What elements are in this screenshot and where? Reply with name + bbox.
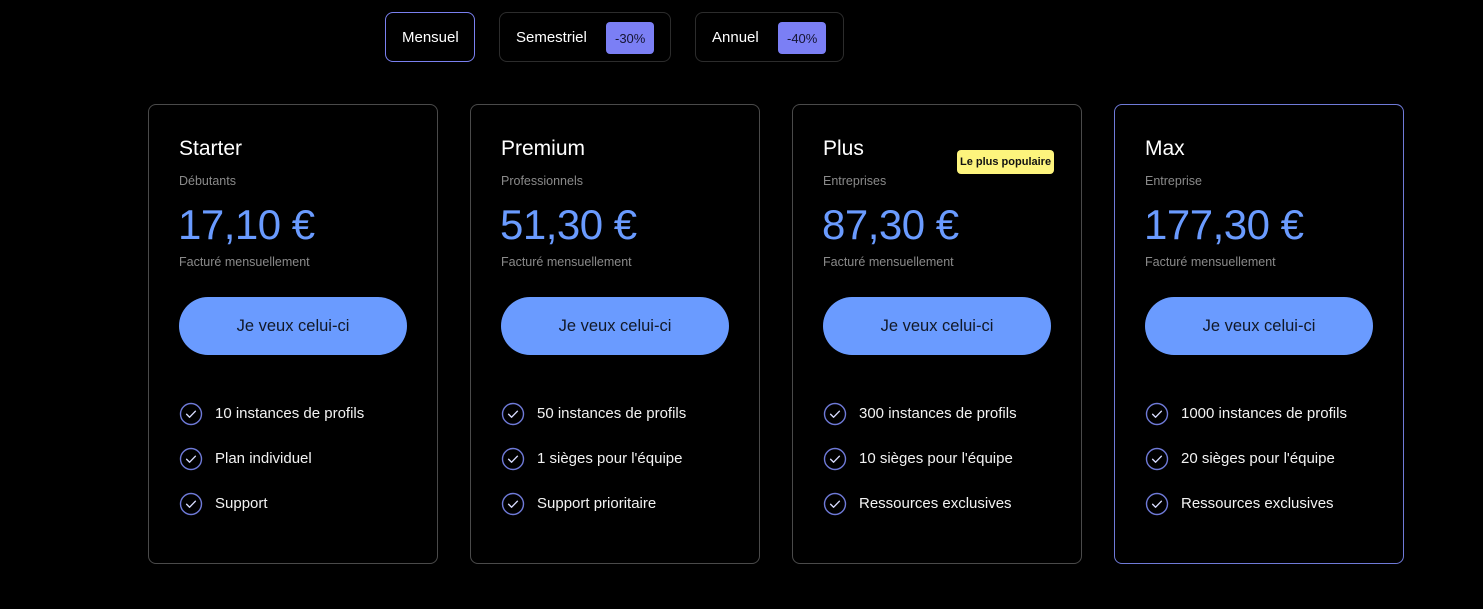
check-circle-icon — [179, 447, 203, 471]
billing-option-label: Semestriel — [516, 28, 587, 46]
plan-card-premium: Premium Professionnels 51,30 € Facturé m… — [470, 104, 760, 564]
billing-option-label: Mensuel — [402, 28, 459, 46]
billing-option-label: Annuel — [712, 28, 759, 46]
feature-item: Support prioritaire — [501, 481, 686, 526]
feature-item: 1000 instances de profils — [1145, 391, 1347, 436]
choose-plan-button[interactable]: Je veux celui-ci — [1145, 297, 1373, 355]
check-circle-icon — [1145, 492, 1169, 516]
plan-billing-note: Facturé mensuellement — [1145, 255, 1276, 269]
feature-item: 20 sièges pour l'équipe — [1145, 436, 1347, 481]
check-circle-icon — [179, 402, 203, 426]
choose-plan-button[interactable]: Je veux celui-ci — [179, 297, 407, 355]
plan-name: Plus — [823, 137, 864, 160]
feature-text: Ressources exclusives — [1181, 495, 1334, 512]
plan-card-max: Max Entreprise 177,30 € Facturé mensuell… — [1114, 104, 1404, 564]
pricing-page: Mensuel Semestriel -30% Annuel -40% Star… — [0, 0, 1483, 609]
plan-billing-note: Facturé mensuellement — [823, 255, 954, 269]
plan-audience: Entreprise — [1145, 174, 1202, 188]
feature-item: Ressources exclusives — [823, 481, 1017, 526]
plan-card-plus: Plus Le plus populaire Entreprises 87,30… — [792, 104, 1082, 564]
feature-text: 1 sièges pour l'équipe — [537, 450, 683, 467]
check-circle-icon — [1145, 447, 1169, 471]
feature-text: 10 sièges pour l'équipe — [859, 450, 1013, 467]
feature-list: 10 instances de profils Plan individuel … — [179, 391, 364, 526]
feature-item: 1 sièges pour l'équipe — [501, 436, 686, 481]
discount-badge: -40% — [778, 22, 827, 54]
feature-item: 10 instances de profils — [179, 391, 364, 436]
feature-text: 300 instances de profils — [859, 405, 1017, 422]
billing-option-mensuel[interactable]: Mensuel — [385, 12, 475, 62]
plan-price: 17,10 € — [178, 201, 315, 248]
feature-text: Plan individuel — [215, 450, 312, 467]
feature-text: Ressources exclusives — [859, 495, 1012, 512]
plan-price: 51,30 € — [500, 201, 637, 248]
feature-item: Support — [179, 481, 364, 526]
discount-badge: -30% — [606, 22, 655, 54]
plan-billing-note: Facturé mensuellement — [501, 255, 632, 269]
feature-list: 1000 instances de profils 20 sièges pour… — [1145, 391, 1347, 526]
feature-text: 1000 instances de profils — [1181, 405, 1347, 422]
feature-list: 50 instances de profils 1 sièges pour l'… — [501, 391, 686, 526]
feature-text: 10 instances de profils — [215, 405, 365, 422]
plan-card-starter: Starter Débutants 17,10 € Facturé mensue… — [148, 104, 438, 564]
plan-price: 87,30 € — [822, 201, 959, 248]
billing-option-semestriel[interactable]: Semestriel -30% — [499, 12, 671, 62]
plan-billing-note: Facturé mensuellement — [179, 255, 310, 269]
plan-audience: Entreprises — [823, 174, 887, 188]
feature-item: Plan individuel — [179, 436, 364, 481]
check-circle-icon — [501, 402, 525, 426]
feature-list: 300 instances de profils 10 sièges pour … — [823, 391, 1017, 526]
feature-text: Support — [215, 495, 268, 512]
feature-text: Support prioritaire — [537, 495, 657, 512]
plan-audience: Débutants — [179, 174, 236, 188]
feature-item: Ressources exclusives — [1145, 481, 1347, 526]
feature-item: 10 sièges pour l'équipe — [823, 436, 1017, 481]
choose-plan-button[interactable]: Je veux celui-ci — [501, 297, 729, 355]
check-circle-icon — [823, 447, 847, 471]
feature-item: 50 instances de profils — [501, 391, 686, 436]
check-circle-icon — [501, 447, 525, 471]
choose-plan-button[interactable]: Je veux celui-ci — [823, 297, 1051, 355]
feature-text: 50 instances de profils — [537, 405, 687, 422]
billing-option-annuel[interactable]: Annuel -40% — [695, 12, 844, 62]
check-circle-icon — [823, 402, 847, 426]
plan-price: 177,30 € — [1144, 201, 1304, 248]
plan-name: Max — [1145, 137, 1185, 160]
plan-name: Premium — [501, 137, 586, 160]
check-circle-icon — [1145, 402, 1169, 426]
popular-badge: Le plus populaire — [957, 150, 1055, 174]
feature-text: 20 sièges pour l'équipe — [1181, 450, 1335, 467]
check-circle-icon — [501, 492, 525, 516]
check-circle-icon — [179, 492, 203, 516]
check-circle-icon — [823, 492, 847, 516]
feature-item: 300 instances de profils — [823, 391, 1017, 436]
plan-audience: Professionnels — [501, 174, 583, 188]
plan-name: Starter — [179, 137, 243, 160]
